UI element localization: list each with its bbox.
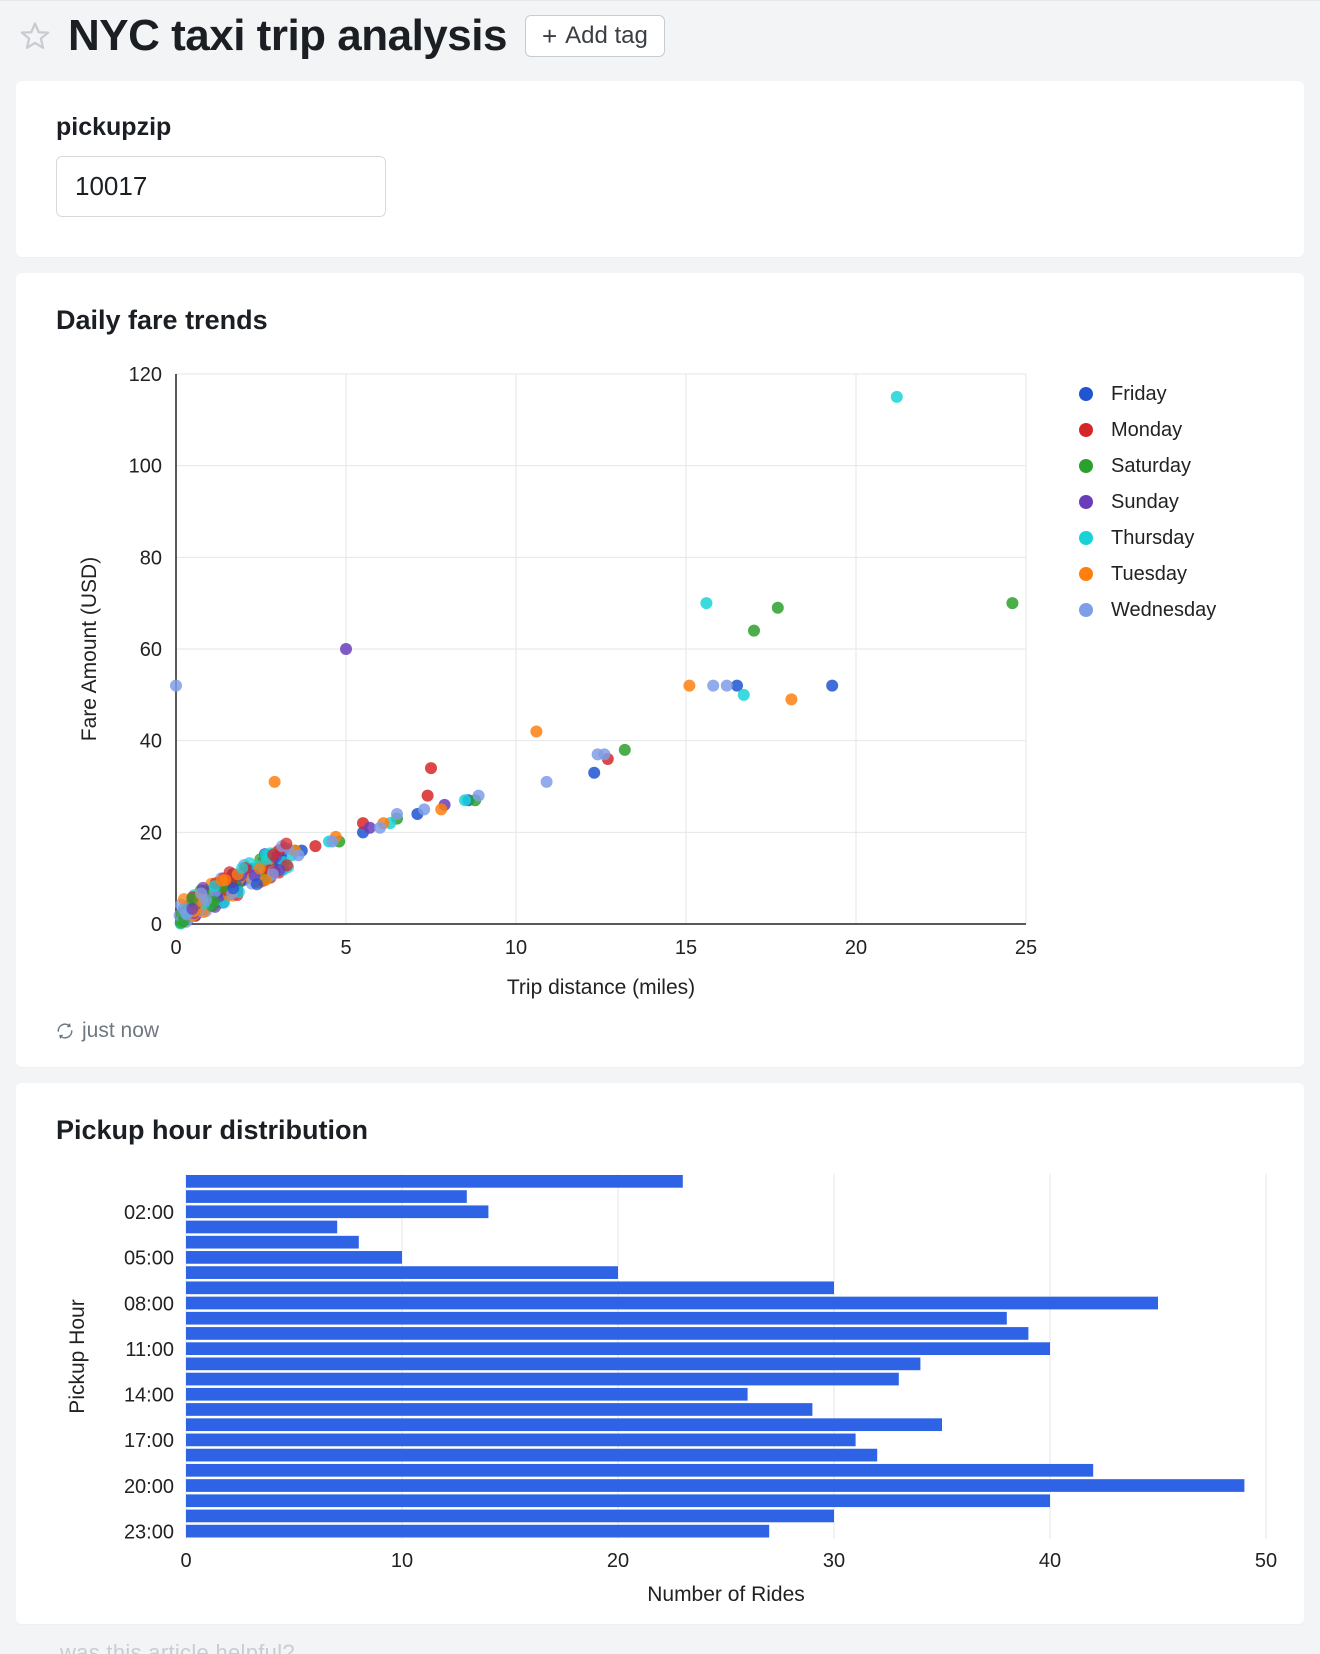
svg-text:25: 25 [1015, 937, 1037, 959]
plus-icon: + [542, 23, 557, 49]
svg-text:10: 10 [505, 937, 527, 959]
svg-text:40: 40 [1039, 1550, 1061, 1572]
svg-text:120: 120 [129, 364, 162, 386]
svg-text:100: 100 [129, 456, 162, 478]
svg-text:60: 60 [140, 639, 162, 661]
parameter-card: pickupzip [16, 81, 1304, 257]
svg-text:0: 0 [180, 1550, 191, 1572]
chart-title-pickup: Pickup hour distribution [56, 1115, 1264, 1146]
svg-text:Thursday: Thursday [1111, 527, 1194, 549]
svg-text:0: 0 [170, 937, 181, 959]
chart-title-fare: Daily fare trends [56, 305, 1264, 336]
refresh-label: just now [82, 1019, 159, 1043]
svg-text:20: 20 [607, 1550, 629, 1572]
svg-text:Saturday: Saturday [1111, 455, 1191, 477]
svg-text:20:00: 20:00 [124, 1476, 174, 1498]
svg-text:30: 30 [823, 1550, 845, 1572]
svg-text:0: 0 [151, 914, 162, 936]
svg-text:Fare Amount (USD): Fare Amount (USD) [78, 557, 101, 741]
svg-text:17:00: 17:00 [124, 1430, 174, 1452]
svg-text:11:00: 11:00 [125, 1339, 174, 1361]
refresh-icon [56, 1022, 74, 1040]
svg-text:15: 15 [675, 937, 697, 959]
add-tag-button[interactable]: + Add tag [525, 15, 665, 57]
svg-text:50: 50 [1255, 1550, 1277, 1572]
svg-text:80: 80 [140, 547, 162, 569]
svg-text:14:00: 14:00 [124, 1385, 174, 1407]
svg-text:Friday: Friday [1111, 383, 1167, 405]
page-title: NYC taxi trip analysis [68, 11, 507, 61]
add-tag-label: Add tag [565, 22, 648, 50]
svg-text:Monday: Monday [1111, 419, 1182, 441]
pickup-dist-card: Pickup hour distribution 0 10 20 30 40 50 02:0… [16, 1083, 1304, 1624]
svg-text:02:00: 02:00 [124, 1202, 174, 1224]
svg-text:23:00: 23:00 [124, 1521, 174, 1543]
svg-text:20: 20 [140, 822, 162, 844]
svg-text:Tuesday: Tuesday [1111, 563, 1187, 585]
svg-text:Trip distance (miles): Trip distance (miles) [507, 976, 695, 999]
svg-text:05:00: 05:00 [124, 1248, 174, 1270]
svg-text:40: 40 [140, 731, 162, 753]
svg-text:20: 20 [845, 937, 867, 959]
footer-fragment: was this article helpful? [0, 1640, 1320, 1654]
daily-fare-card: Daily fare trends 0 5 10 15 20 25 0 20 40 60 80 100… [16, 273, 1304, 1067]
svg-text:08:00: 08:00 [124, 1293, 174, 1315]
svg-text:10: 10 [391, 1550, 413, 1572]
bar-chart: 0 10 20 30 40 50 02:00 05:00 08:00 11:00 14:00 17:0… [56, 1164, 1286, 1609]
svg-text:5: 5 [340, 937, 351, 959]
param-label: pickupzip [56, 113, 1264, 142]
svg-text:Wednesday: Wednesday [1111, 599, 1216, 621]
pickupzip-input[interactable] [56, 156, 386, 217]
scatter-chart: 0 5 10 15 20 25 0 20 40 60 80 100 120 Trip distance (… [56, 354, 1286, 1004]
svg-text:Number of Rides: Number of Rides [647, 1583, 805, 1606]
refresh-status[interactable]: just now [56, 1019, 1264, 1043]
svg-text:Sunday: Sunday [1111, 491, 1179, 513]
star-icon[interactable] [20, 21, 50, 51]
svg-text:Pickup Hour: Pickup Hour [66, 1299, 89, 1413]
